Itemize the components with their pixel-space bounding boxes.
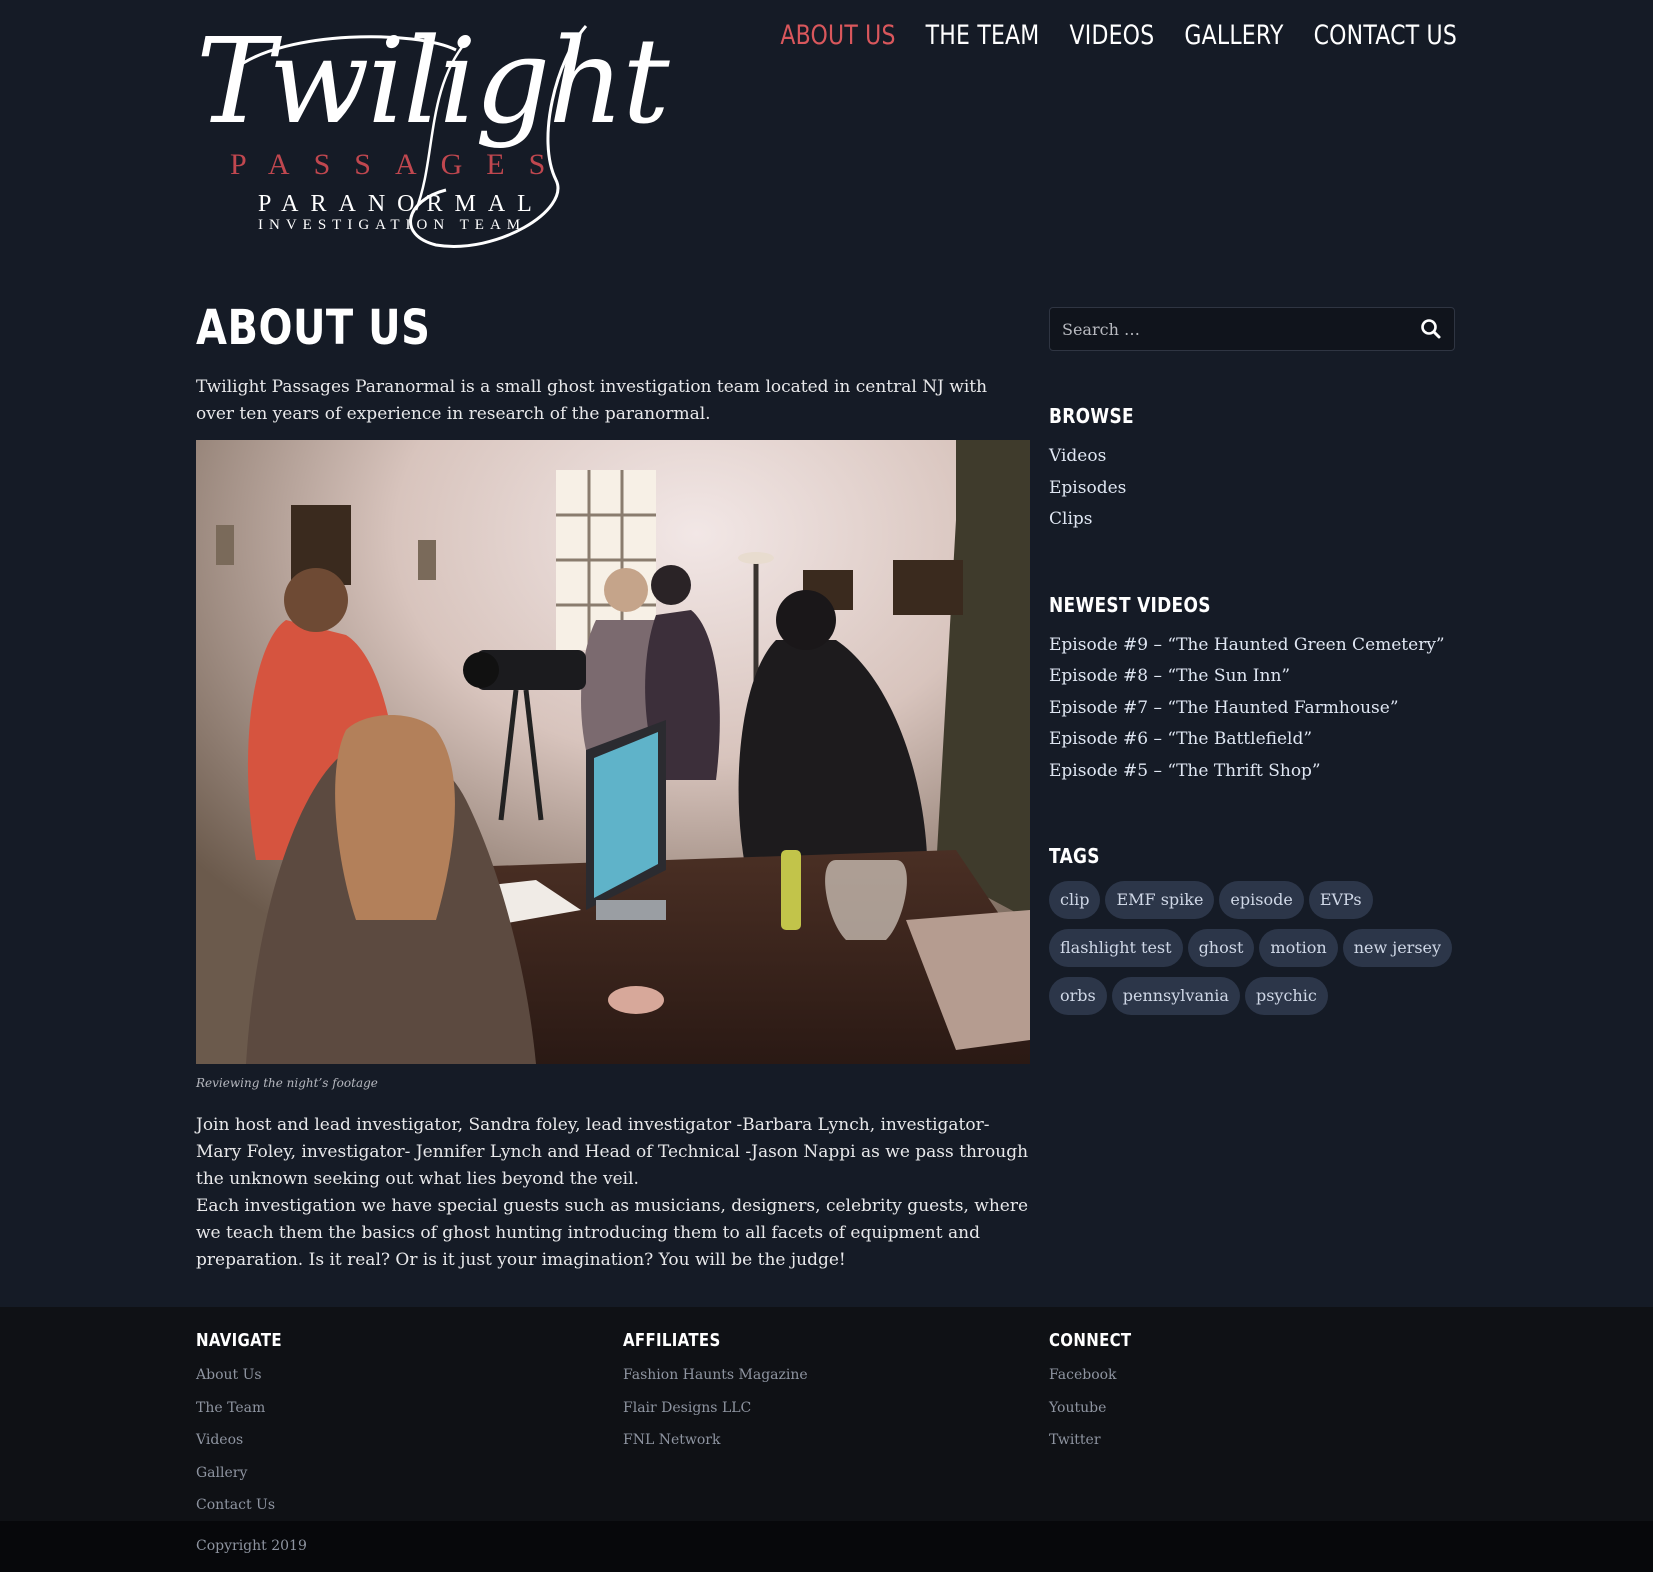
nav-the-team[interactable]: THE TEAM: [926, 17, 1040, 58]
footer-connect: CONNECT Facebook Youtube Twitter: [1049, 1329, 1449, 1457]
newest-videos-list: Episode #9 – “The Haunted Green Cemetery…: [1049, 630, 1455, 788]
tag-flashlight-test[interactable]: flashlight test: [1049, 929, 1183, 967]
main-nav: ABOUT US THE TEAM VIDEOS GALLERY CONTACT…: [780, 20, 1457, 54]
tag-emf-spike[interactable]: EMF spike: [1105, 881, 1215, 919]
newest-video-item[interactable]: Episode #5 – “The Thrift Shop”: [1049, 756, 1455, 788]
browse-item-clips[interactable]: Clips: [1049, 504, 1455, 536]
body-paragraph-1: Join host and lead investigator, Sandra …: [196, 1115, 1029, 1189]
footer-affiliates: AFFILIATES Fashion Haunts Magazine Flair…: [623, 1329, 1023, 1457]
browse-widget: BROWSE Videos Episodes Clips: [1049, 405, 1455, 536]
tag-ghost[interactable]: ghost: [1187, 929, 1255, 967]
nav-gallery[interactable]: GALLERY: [1184, 17, 1283, 58]
footer-link-about-us[interactable]: About Us: [196, 1359, 596, 1392]
footer-link-facebook[interactable]: Facebook: [1049, 1359, 1449, 1392]
nav-videos[interactable]: VIDEOS: [1070, 17, 1155, 58]
image-caption: Reviewing the night’s footage: [196, 1076, 378, 1090]
content-area: ABOUT US Twilight Passages Paranormal is…: [196, 275, 1030, 1274]
logo-paranormal: PARANORMAL: [258, 191, 544, 217]
site-logo[interactable]: Twilight PASSAGES PARANORMAL INVESTIGATI…: [196, 20, 670, 256]
newest-videos-widget: NEWEST VIDEOS Episode #9 – “The Haunted …: [1049, 594, 1455, 788]
tag-psychic[interactable]: psychic: [1244, 977, 1328, 1015]
newest-video-item[interactable]: Episode #9 – “The Haunted Green Cemetery…: [1049, 630, 1455, 662]
tag-motion[interactable]: motion: [1259, 929, 1338, 967]
footer-affiliates-list: Fashion Haunts Magazine Flair Designs LL…: [623, 1359, 1023, 1457]
site-footer: NAVIGATE About Us The Team Videos Galler…: [0, 1307, 1653, 1521]
body-text: Join host and lead investigator, Sandra …: [196, 1112, 1030, 1274]
copyright-bar: Copyright 2019: [0, 1521, 1653, 1572]
newest-video-item[interactable]: Episode #7 – “The Haunted Farmhouse”: [1049, 693, 1455, 725]
browse-item-videos[interactable]: Videos: [1049, 441, 1455, 473]
footer-link-the-team[interactable]: The Team: [196, 1392, 596, 1425]
main-wrap: ABOUT US Twilight Passages Paranormal is…: [196, 275, 1457, 1307]
nav-about-us[interactable]: ABOUT US: [780, 17, 895, 58]
browse-title: BROWSE: [1049, 405, 1134, 429]
tag-cloud: clip EMF spike episode EVPs flashlight t…: [1049, 881, 1459, 1020]
sidebar: BROWSE Videos Episodes Clips NEWEST VIDE…: [1049, 307, 1455, 1020]
footer-connect-title: CONNECT: [1049, 1329, 1132, 1351]
tag-episode[interactable]: episode: [1219, 881, 1304, 919]
photo-illustration: [196, 440, 1030, 1064]
footer-navigate: NAVIGATE About Us The Team Videos Galler…: [196, 1329, 596, 1522]
browse-item-episodes[interactable]: Episodes: [1049, 473, 1455, 505]
tags-widget: TAGS clip EMF spike episode EVPs flashli…: [1049, 845, 1455, 1020]
footer-link-gallery[interactable]: Gallery: [196, 1457, 596, 1490]
footer-link-videos[interactable]: Videos: [196, 1424, 596, 1457]
newest-video-item[interactable]: Episode #6 – “The Battlefield”: [1049, 724, 1455, 756]
footer-link-flair-designs[interactable]: Flair Designs LLC: [623, 1392, 1023, 1425]
tags-title: TAGS: [1049, 845, 1100, 869]
newest-video-item[interactable]: Episode #8 – “The Sun Inn”: [1049, 661, 1455, 693]
search-input[interactable]: [1050, 308, 1414, 350]
footer-link-fashion-haunts[interactable]: Fashion Haunts Magazine: [623, 1359, 1023, 1392]
footer-navigate-title: NAVIGATE: [196, 1329, 282, 1351]
footer-link-fnl-network[interactable]: FNL Network: [623, 1424, 1023, 1457]
page-title: ABOUT US: [196, 300, 431, 356]
tag-orbs[interactable]: orbs: [1049, 977, 1107, 1015]
footer-link-twitter[interactable]: Twitter: [1049, 1424, 1449, 1457]
logo-investigation-team: INVESTIGATION TEAM: [258, 217, 527, 233]
tag-clip[interactable]: clip: [1049, 881, 1101, 919]
footer-navigate-list: About Us The Team Videos Gallery Contact…: [196, 1359, 596, 1522]
site-header: Twilight PASSAGES PARANORMAL INVESTIGATI…: [0, 0, 1653, 275]
browse-list: Videos Episodes Clips: [1049, 441, 1455, 536]
logo-script: Twilight: [196, 12, 670, 150]
footer-affiliates-title: AFFILIATES: [623, 1329, 721, 1351]
search-form: [1049, 307, 1455, 351]
footer-link-contact-us[interactable]: Contact Us: [196, 1489, 596, 1522]
body-paragraph-2: Each investigation we have special guest…: [196, 1196, 1029, 1270]
footer-link-youtube[interactable]: Youtube: [1049, 1392, 1449, 1425]
tag-new-jersey[interactable]: new jersey: [1342, 929, 1453, 967]
copyright-text: Copyright 2019: [196, 1538, 307, 1554]
search-icon[interactable]: [1420, 318, 1442, 340]
newest-videos-title: NEWEST VIDEOS: [1049, 593, 1211, 618]
tag-evps[interactable]: EVPs: [1308, 881, 1373, 919]
investigation-photo: [196, 440, 1030, 1064]
footer-connect-list: Facebook Youtube Twitter: [1049, 1359, 1449, 1457]
nav-contact-us[interactable]: CONTACT US: [1314, 17, 1457, 58]
tag-pennsylvania[interactable]: pennsylvania: [1111, 977, 1240, 1015]
intro-text: Twilight Passages Paranormal is a small …: [196, 377, 988, 424]
logo-passages: PASSAGES: [230, 148, 570, 181]
